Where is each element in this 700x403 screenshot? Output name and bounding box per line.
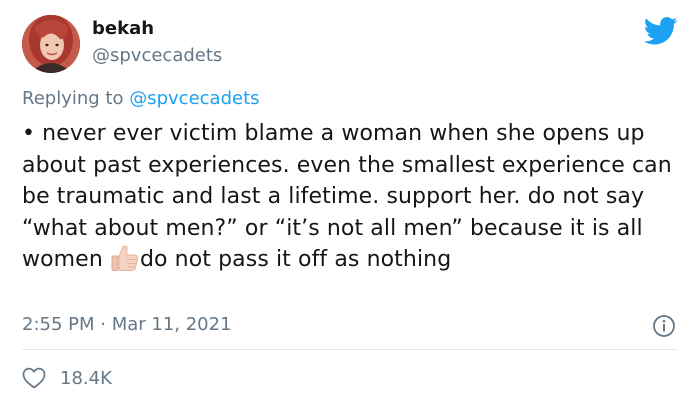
divider (22, 349, 678, 350)
replying-prefix: Replying to (22, 88, 124, 109)
heart-icon (22, 367, 46, 389)
replying-to-handle-link[interactable]: @spvcecadets (129, 88, 259, 109)
tweet-card: bekah @spvcecadets Replying to @spvcecad… (0, 0, 700, 403)
avatar[interactable] (22, 15, 80, 73)
like-count: 18.4K (60, 367, 112, 389)
author-handle[interactable]: @spvcecadets (92, 45, 222, 67)
tweet-text-part-2: do not pass it off as nothing (139, 247, 452, 272)
info-icon[interactable] (652, 314, 676, 338)
tweet-text: • never ever victim blame a woman when s… (22, 118, 682, 276)
author-name[interactable]: bekah (92, 18, 154, 40)
thumbs-up-icon (110, 244, 140, 272)
twitter-bird-icon[interactable] (643, 17, 678, 45)
like-button[interactable]: 18.4K (22, 366, 112, 390)
tweet-timestamp[interactable]: 2:55 PM · Mar 11, 2021 (22, 314, 232, 336)
replying-to: Replying to @spvcecadets (22, 88, 260, 110)
